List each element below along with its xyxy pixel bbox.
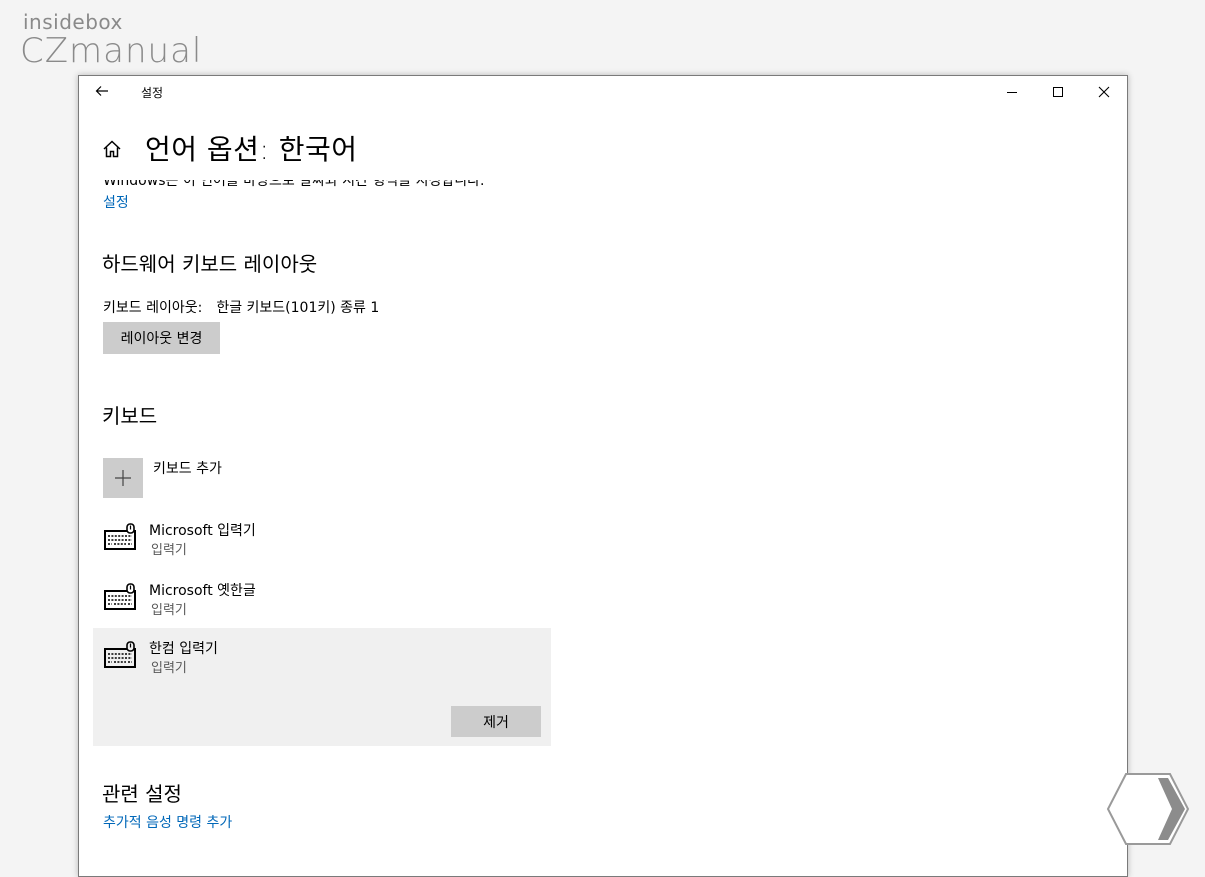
- keyboard-item-microsoft-ime[interactable]: Microsoft 입력기 입력기: [93, 510, 551, 568]
- add-keyboard-label[interactable]: 키보드 추가: [153, 458, 222, 478]
- settings-link[interactable]: 설정: [103, 192, 129, 212]
- maximize-button[interactable]: [1035, 76, 1081, 108]
- title-bar: 설정: [79, 76, 1127, 108]
- keyboard-item-hancom-ime[interactable]: 한컴 입력기 입력기 제거: [93, 628, 551, 746]
- back-button[interactable]: [91, 82, 113, 102]
- plus-icon: [115, 470, 131, 486]
- hexagon-badge-icon: [1106, 773, 1190, 845]
- home-icon[interactable]: [101, 138, 123, 160]
- keyboard-layout-label: 키보드 레이아웃:: [103, 300, 203, 316]
- keyboard-icon: [104, 583, 136, 610]
- keyboard-item-type: 입력기: [151, 603, 187, 618]
- change-layout-button[interactable]: 레이아웃 변경: [103, 322, 220, 354]
- related-settings-title: 관련 설정: [102, 782, 182, 806]
- watermark-logo: insidebox CZmanual: [20, 12, 202, 68]
- keyboard-item-type: 입력기: [151, 543, 187, 558]
- maximize-icon: [1053, 87, 1063, 97]
- watermark-line2: CZmanual: [20, 31, 203, 71]
- keyboard-icon: [104, 641, 136, 668]
- keyboard-icon: [104, 523, 136, 550]
- keyboard-item-type: 입력기: [151, 661, 187, 676]
- page-title: 언어 옵션: 한국어: [145, 133, 358, 166]
- close-icon: [1098, 86, 1110, 98]
- window-title: 설정: [141, 86, 164, 100]
- keyboard-item-name: 한컴 입력기: [149, 641, 218, 657]
- minimize-button[interactable]: [989, 76, 1035, 108]
- add-voice-commands-link[interactable]: 추가적 음성 명령 추가: [103, 812, 232, 832]
- settings-window: 설정 언어 옵션: 한국어 Windows는 이 언어를 바탕으로 날짜와 시간…: [78, 75, 1128, 877]
- keyboard-layout-info: 키보드 레이아웃: 한글 키보드(101키) 종류 1: [103, 297, 379, 317]
- watermark-line1: insidebox: [23, 10, 123, 34]
- keyboard-item-microsoft-old-hangul[interactable]: Microsoft 옛한글 입력기: [93, 570, 551, 628]
- add-keyboard-button[interactable]: [103, 458, 143, 498]
- keyboard-layout-value: 한글 키보드(101키) 종류 1: [216, 300, 380, 316]
- keyboards-title: 키보드: [102, 404, 158, 428]
- arrow-left-icon: [95, 86, 108, 96]
- region-format-description: Windows는 이 언어를 바탕으로 날짜와 시간 형식을 지정합니다.: [103, 180, 485, 188]
- hardware-keyboard-title: 하드웨어 키보드 레이아웃: [102, 252, 318, 276]
- remove-keyboard-button[interactable]: 제거: [451, 706, 541, 737]
- keyboard-item-name: Microsoft 입력기: [149, 523, 256, 539]
- keyboard-item-name: Microsoft 옛한글: [149, 583, 256, 599]
- minimize-icon: [1007, 92, 1017, 93]
- close-button[interactable]: [1081, 76, 1127, 108]
